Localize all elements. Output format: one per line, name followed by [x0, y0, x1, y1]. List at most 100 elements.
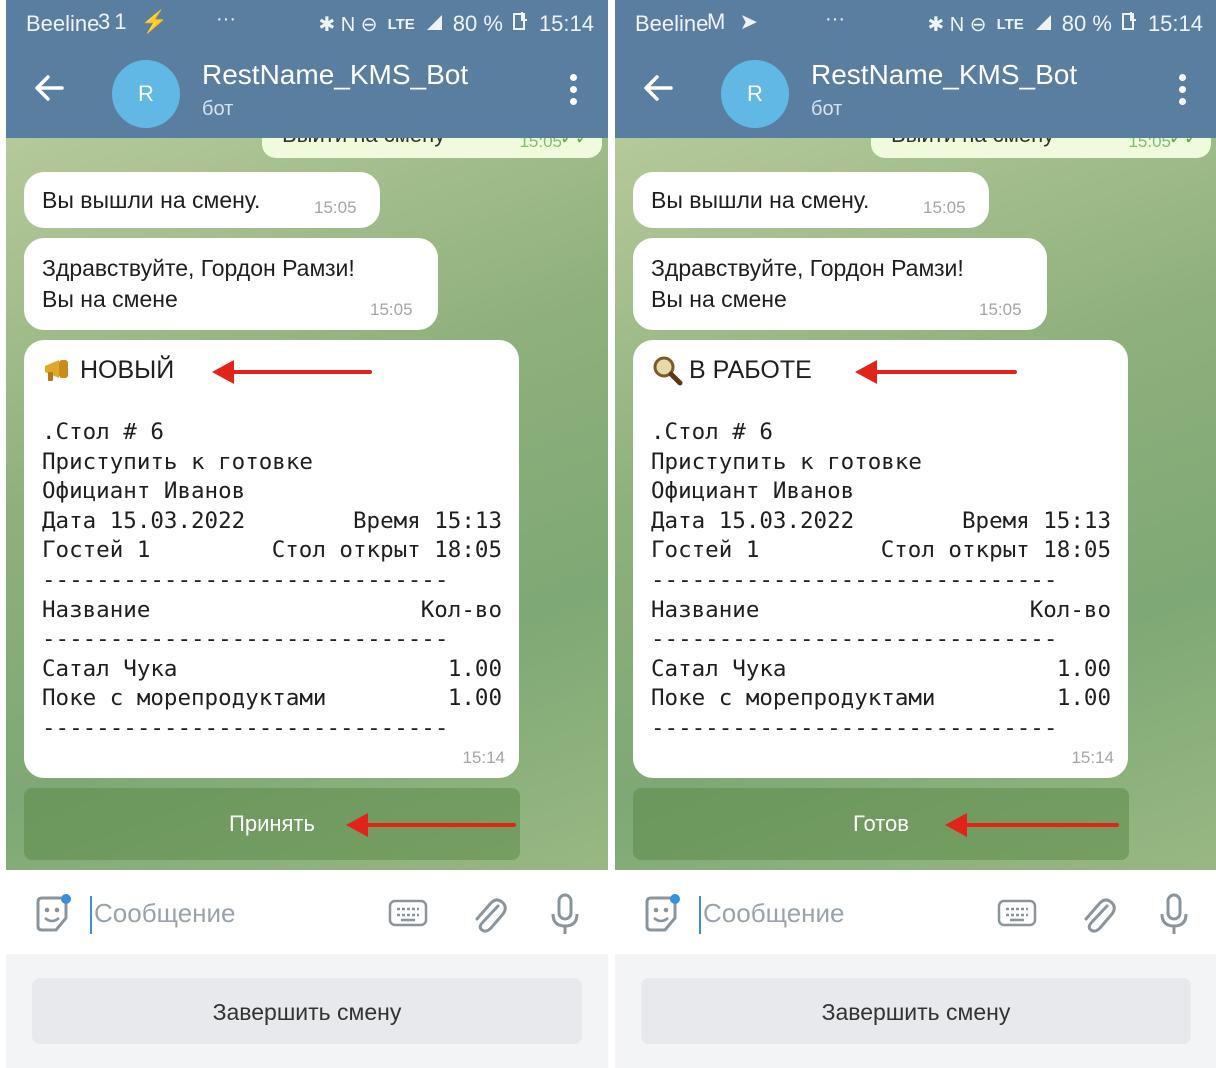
message-text: Вы на смене	[651, 286, 787, 312]
charging-icon	[512, 11, 529, 37]
item-qty: 1.00	[1056, 685, 1111, 712]
item-name: Сатал Чука	[651, 655, 787, 682]
order-item: Поке с морепродуктами 1.00	[42, 684, 502, 714]
carrier-name: Beeline	[635, 11, 709, 36]
phone-screen-new: Beeline 31 ⚡ ··· ✱ N ⊖ LTE 80 % 15:14 R …	[6, 0, 608, 1068]
order-waiter: Официант Иванов	[651, 478, 855, 505]
order-message[interactable]: НОВЫЙ .Стол # 6 Приступить к готовке Офи…	[24, 340, 519, 778]
item-qty: 1.00	[1056, 655, 1111, 682]
column-name: Название	[651, 596, 760, 623]
divider: ------------------------------	[42, 566, 449, 593]
divider: ------------------------------	[651, 626, 1058, 653]
order-status: НОВЫЙ	[42, 354, 174, 386]
megaphone-icon	[42, 354, 74, 386]
message-time: 15:05	[519, 138, 562, 151]
chat-title[interactable]: RestName_KMS_Bot	[811, 59, 1077, 91]
divider: ------------------------------	[651, 714, 1058, 741]
accept-button[interactable]: Принять	[24, 788, 520, 860]
order-status: В РАБОТЕ	[651, 354, 812, 386]
message-input[interactable]: Сообщение	[94, 898, 236, 929]
attach-icon[interactable]	[468, 892, 508, 936]
chat-area[interactable]: Выйти на смену 15:05 ✓✓ Вы вышли на смен…	[6, 138, 608, 870]
magnifier-icon	[651, 354, 683, 386]
sticker-emoji-icon[interactable]	[641, 894, 681, 934]
order-status-label: В РАБОТЕ	[689, 355, 812, 384]
item-name: Поке с морепродуктами	[651, 685, 936, 712]
order-item: Сатал Чука 1.00	[42, 655, 502, 685]
chat-header: R RestName_KMS_Bot бот	[6, 50, 608, 138]
text-cursor	[90, 896, 92, 934]
more-options-icon[interactable]	[570, 74, 578, 110]
message-text: Вы вышли на смену.	[42, 187, 261, 213]
outgoing-message[interactable]: Выйти на смену 15:05 ✓✓	[262, 138, 602, 158]
ready-button[interactable]: Готов	[633, 788, 1129, 860]
message-input-bar: Сообщение	[6, 870, 608, 954]
annotation-arrow	[212, 360, 372, 384]
microphone-icon[interactable]	[1159, 892, 1189, 936]
back-arrow-icon[interactable]	[643, 72, 673, 111]
order-receipt: .Стол # 6 Приступить к готовке Официант …	[651, 418, 1111, 744]
clock: 15:14	[1147, 11, 1203, 36]
attach-icon[interactable]	[1077, 892, 1117, 936]
message-time: 15:05	[1128, 138, 1171, 151]
item-qty: 1.00	[447, 685, 502, 712]
divider: ------------------------------	[42, 626, 449, 653]
message-text: Здравствуйте, Гордон Рамзи!	[42, 255, 355, 281]
sticker-emoji-icon[interactable]	[32, 894, 72, 934]
signal-icon	[425, 11, 443, 37]
status-icons: ✱ N ⊖	[927, 13, 987, 36]
status-bar: Beeline M ➤ ··· ✱ N ⊖ LTE 80 % 15:14	[615, 0, 1216, 50]
back-arrow-icon[interactable]	[34, 72, 64, 111]
double-check-icon: ✓✓	[559, 138, 590, 148]
chat-title[interactable]: RestName_KMS_Bot	[202, 59, 468, 91]
avatar[interactable]: R	[112, 60, 180, 128]
order-time: Время 15:13	[352, 507, 502, 534]
message-text: Здравствуйте, Гордон Рамзи!	[651, 255, 964, 281]
annotation-arrow	[945, 813, 1119, 837]
end-shift-button[interactable]: Завершить смену	[641, 978, 1191, 1044]
carrier-name: Beeline	[26, 11, 100, 36]
divider: ------------------------------	[42, 714, 449, 741]
battery-level: 80 %	[452, 11, 503, 36]
end-shift-button[interactable]: Завершить смену	[32, 978, 582, 1044]
order-table: .Стол # 6	[651, 419, 773, 445]
microphone-icon[interactable]	[550, 892, 580, 936]
chat-subtitle: бот	[811, 98, 843, 120]
outgoing-message[interactable]: Выйти на смену 15:05 ✓✓	[871, 138, 1211, 158]
incoming-message[interactable]: Вы вышли на смену. 15:05	[24, 172, 380, 228]
column-qty: Кол-во	[1029, 596, 1111, 623]
reply-keyboard: Завершить смену	[6, 954, 608, 1068]
message-time: 15:14	[1071, 748, 1114, 767]
status-icons: ✱ N ⊖	[318, 13, 378, 36]
network-type: LTE	[387, 15, 415, 33]
message-input[interactable]: Сообщение	[703, 898, 845, 929]
incoming-message[interactable]: Здравствуйте, Гордон Рамзи! Вы на смене …	[633, 238, 1047, 330]
clock: 15:14	[538, 11, 594, 36]
keyboard-icon[interactable]	[997, 898, 1037, 928]
chat-header: R RestName_KMS_Bot бот	[615, 50, 1216, 138]
incoming-message[interactable]: Вы вышли на смену. 15:05	[633, 172, 989, 228]
message-time: 15:05	[370, 300, 413, 319]
order-action: Приступить к готовке	[42, 448, 313, 475]
message-time: 15:05	[979, 300, 1022, 319]
order-item: Поке с морепродуктами 1.00	[651, 684, 1111, 714]
order-item: Сатал Чука 1.00	[651, 655, 1111, 685]
chat-subtitle: бот	[202, 98, 234, 120]
keyboard-icon[interactable]	[388, 898, 428, 928]
order-opened: Стол открыт 18:05	[880, 537, 1111, 564]
avatar[interactable]: R	[721, 60, 789, 128]
order-time: Время 15:13	[961, 507, 1111, 534]
network-type: LTE	[996, 15, 1024, 33]
end-shift-label: Завершить смену	[212, 999, 402, 1025]
signal-icon	[1034, 11, 1052, 37]
annotation-arrow	[855, 360, 1017, 384]
message-text: Вы вышли на смену.	[651, 187, 870, 213]
chat-area[interactable]: Выйти на смену 15:05 ✓✓ Вы вышли на смен…	[615, 138, 1216, 870]
message-input-bar: Сообщение	[615, 870, 1216, 954]
more-options-icon[interactable]	[1179, 74, 1187, 110]
message-text: Выйти на смену	[282, 138, 445, 148]
order-date: Дата 15.03.2022	[42, 507, 246, 534]
order-message[interactable]: В РАБОТЕ .Стол # 6 Приступить к готовке …	[633, 340, 1128, 778]
incoming-message[interactable]: Здравствуйте, Гордон Рамзи! Вы на смене …	[24, 238, 438, 330]
order-receipt: .Стол # 6 Приступить к готовке Официант …	[42, 418, 502, 744]
